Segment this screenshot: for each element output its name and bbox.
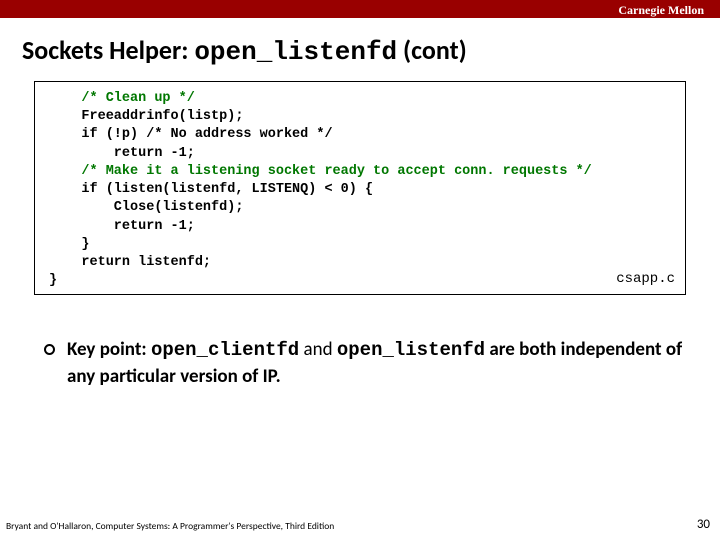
code-line: if (!p) /* No address worked */: [49, 126, 675, 144]
code-line: /* Clean up */: [49, 90, 675, 108]
code-line: Freeaddrinfo(listp);: [49, 108, 675, 126]
top-bar: Carnegie Mellon: [0, 0, 720, 18]
code-box: /* Clean up */ Freeaddrinfo(listp); if (…: [34, 81, 686, 295]
slide-title: Sockets Helper: open_listenfd (cont): [0, 18, 720, 81]
bullet-text: Key point: open_clientfd and open_listen…: [67, 337, 686, 389]
code-line: return -1;: [49, 218, 675, 236]
title-suffix: (cont): [397, 34, 467, 66]
bullet-icon: [44, 344, 55, 355]
bullet-list: Key point: open_clientfd and open_listen…: [0, 295, 720, 389]
bullet-lead: Key point:: [67, 338, 147, 361]
code-line: return listenfd;: [49, 254, 675, 272]
title-prefix: Sockets Helper:: [22, 34, 194, 66]
org-label: Carnegie Mellon: [618, 3, 704, 17]
footer: Bryant and O'Hallaron, Computer Systems:…: [6, 517, 710, 532]
code-line: /* Make it a listening socket ready to a…: [49, 163, 675, 181]
bullet-mid: and: [299, 338, 337, 361]
list-item: Key point: open_clientfd and open_listen…: [44, 337, 686, 389]
code-line: }: [49, 272, 675, 290]
code-line: return -1;: [49, 145, 675, 163]
file-label: csapp.c: [616, 270, 675, 289]
code-line: if (listen(listenfd, LISTENQ) < 0) {: [49, 181, 675, 199]
page-number: 30: [697, 517, 710, 532]
bullet-func1: open_clientfd: [151, 339, 299, 361]
bullet-func2: open_listenfd: [337, 339, 485, 361]
code-line: }: [49, 236, 675, 254]
title-func: open_listenfd: [194, 37, 397, 67]
code-line: Close(listenfd);: [49, 199, 675, 217]
footer-reference: Bryant and O'Hallaron, Computer Systems:…: [6, 520, 334, 532]
